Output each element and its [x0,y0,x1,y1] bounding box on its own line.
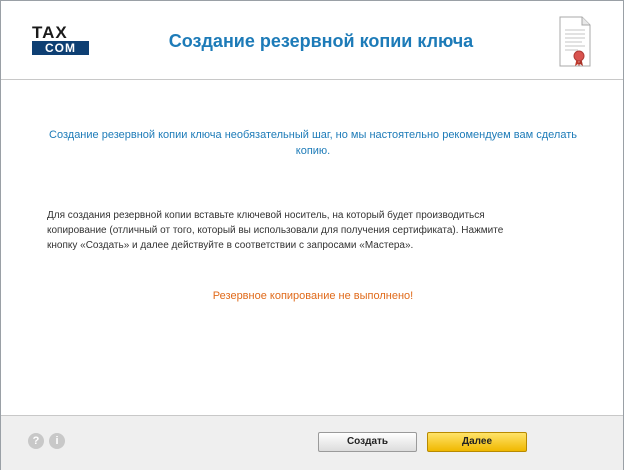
page-title: Создание резервной копии ключа [168,31,474,51]
logo-text-top: TAX [32,23,68,42]
backup-status-warning: Резервное копирование не выполнено! [212,290,414,302]
wizard-content: Создание резервной копии ключа необязате… [1,80,623,415]
instructions-line-1: Для создания резервной копии вставьте кл… [47,210,485,221]
recommendation-text: Создание резервной копии ключа необязате… [49,129,577,157]
wizard-footer: ? i Создать Далее [1,415,623,470]
taxcom-logo: TAX COM [28,23,90,57]
instructions-line-3: кнопку «Создать» и далее действуйте в со… [47,240,414,251]
wizard-window: TAX COM Создание резервной копии ключа С… [0,0,624,470]
instructions-text: Для создания резервной копии вставьте кл… [47,208,567,253]
wizard-header: TAX COM Создание резервной копии ключа [1,1,623,80]
help-icon[interactable]: ? [28,433,44,449]
logo-text-bottom: COM [32,41,89,55]
create-button[interactable]: Создать [318,432,417,452]
info-icon[interactable]: i [49,433,65,449]
instructions-line-2: копирование (отличный от того, который в… [47,225,504,236]
next-button[interactable]: Далее [427,432,527,452]
certificate-icon [559,16,591,67]
